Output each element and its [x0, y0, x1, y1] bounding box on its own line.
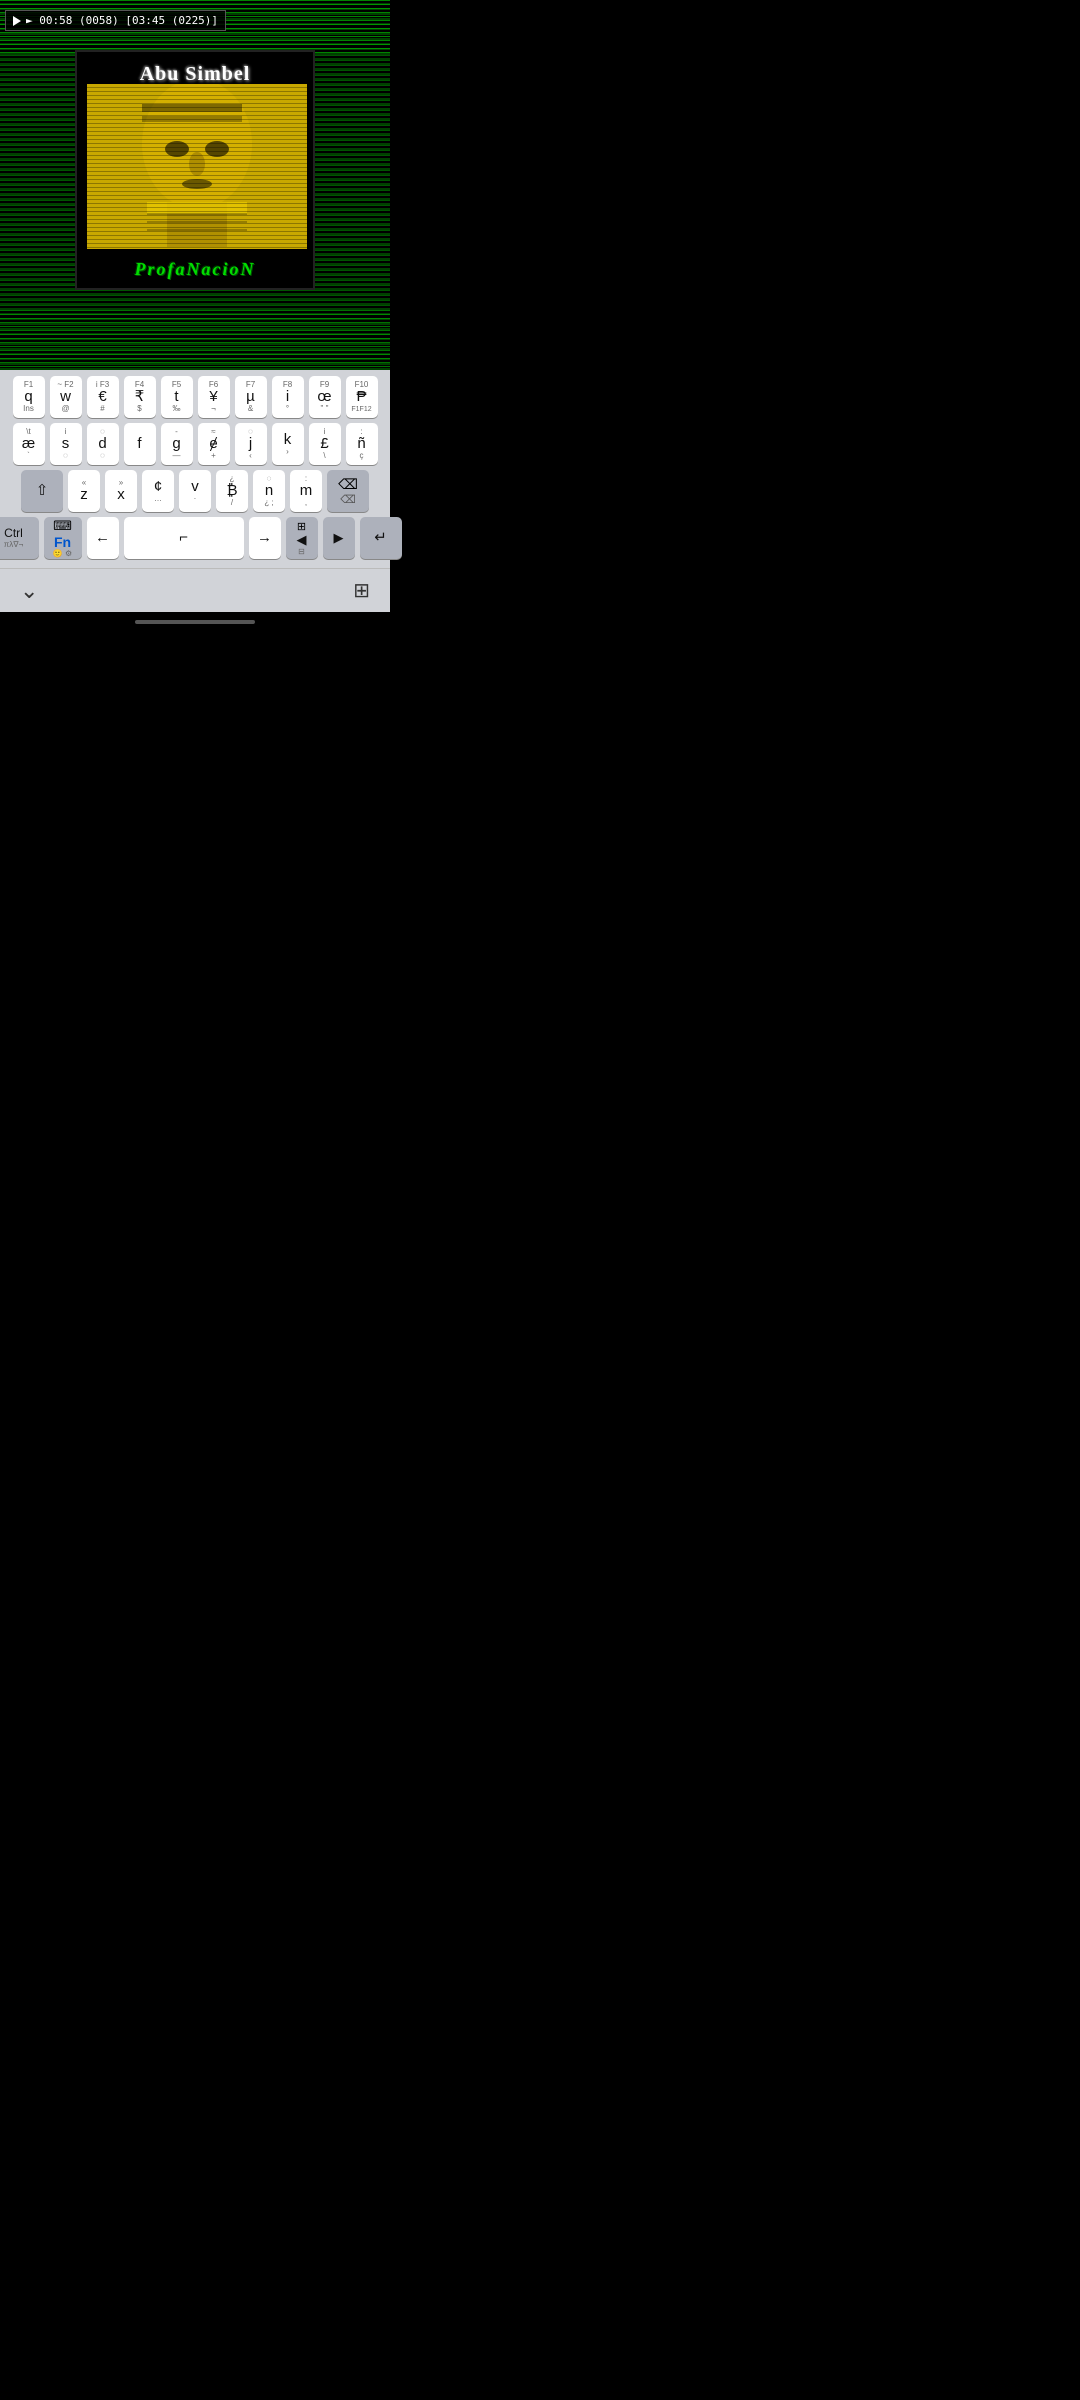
game-image: Abu Simbel [75, 50, 315, 290]
key-x[interactable]: » x [105, 470, 137, 512]
chevron-down-icon[interactable]: ⌄ [20, 578, 38, 604]
key-n2[interactable]: : ñ ç [346, 423, 378, 465]
key-w[interactable]: ~ F2 w @ [50, 376, 82, 418]
key-j[interactable]: ◌ j ‹ [235, 423, 267, 465]
key-f[interactable]: f [124, 423, 156, 465]
keyboard-row-2: \t æ ` i s ◌ ◌ d ◌ f - g — ≈ ɇ + [3, 423, 387, 465]
key-r[interactable]: F4 ₹ $ [124, 376, 156, 418]
key-t[interactable]: F5 t ‰ [161, 376, 193, 418]
key-b[interactable]: ¿ ₿ / [216, 470, 248, 512]
key-n[interactable]: ◌ n ¿ ; [253, 470, 285, 512]
key-arrow-left[interactable]: ← [87, 517, 119, 559]
keyboard: F1 q Ins ~ F2 w @ i F3 € # F4 ₹ $ F5 t ‰… [0, 370, 390, 568]
key-delete[interactable]: ⌫ ⌫ [327, 470, 369, 512]
game-title-text: Abu Simbel [77, 60, 313, 86]
game-subtitle-text: ProfaNacioN [77, 259, 313, 280]
key-i[interactable]: F8 i ° [272, 376, 304, 418]
home-indicator-area [0, 612, 390, 629]
key-space[interactable]: ⌐ [124, 517, 244, 559]
key-y[interactable]: F6 ¥ ¬ [198, 376, 230, 418]
key-u[interactable]: F7 µ & [235, 376, 267, 418]
key-return[interactable]: ↵ [360, 517, 402, 559]
key-o[interactable]: F9 œ " " [309, 376, 341, 418]
key-m[interactable]: : m , [290, 470, 322, 512]
key-d[interactable]: ◌ d ◌ [87, 423, 119, 465]
key-h[interactable]: ≈ ɇ + [198, 423, 230, 465]
key-arrow-right[interactable]: → [249, 517, 281, 559]
key-z[interactable]: « z [68, 470, 100, 512]
key-c[interactable]: ¢ … [142, 470, 174, 512]
key-fn[interactable]: ⌨ Fn 🙂 ⚙ [44, 517, 82, 559]
key-q[interactable]: F1 q Ins [13, 376, 45, 418]
key-s[interactable]: i s ◌ [50, 423, 82, 465]
key-v[interactable]: v · [179, 470, 211, 512]
key-e[interactable]: i F3 € # [87, 376, 119, 418]
nav-bar: ⌄ ⊞ [0, 568, 390, 612]
key-p[interactable]: F10 ₱ F1F12 [346, 376, 378, 418]
keyboard-row-3: ⇧ « z » x ¢ … v · ¿ ₿ / ◌ n [3, 470, 387, 512]
key-k[interactable]: k › [272, 423, 304, 465]
key-ctrl[interactable]: Ctrl πλ∇¬ [0, 517, 39, 559]
pharaoh-graphic [87, 84, 307, 249]
time-display: ► 00:58 (0058) [03:45 (0225)] [5, 10, 226, 31]
key-g[interactable]: - g — [161, 423, 193, 465]
key-l[interactable]: i £ \ [309, 423, 341, 465]
key-shift[interactable]: ⇧ [21, 470, 63, 512]
key-media-left[interactable]: ⊞ ◀ ⊟ [286, 517, 318, 559]
keyboard-grid-icon[interactable]: ⊞ [353, 578, 370, 603]
play-icon [13, 16, 21, 26]
key-a[interactable]: \t æ ` [13, 423, 45, 465]
time-text: ► 00:58 (0058) [03:45 (0225)] [26, 14, 218, 27]
keyboard-row-4: Ctrl πλ∇¬ ⌨ Fn 🙂 ⚙ ← ⌐ → ⊞ ◀ ⊟ ▶ ↵ [3, 517, 387, 559]
keyboard-row-1: F1 q Ins ~ F2 w @ i F3 € # F4 ₹ $ F5 t ‰… [3, 376, 387, 418]
home-bar [135, 620, 255, 624]
emulator-screen: ► 00:58 (0058) [03:45 (0225)] Abu Simbel [0, 0, 390, 370]
key-media-right[interactable]: ▶ [323, 517, 355, 559]
